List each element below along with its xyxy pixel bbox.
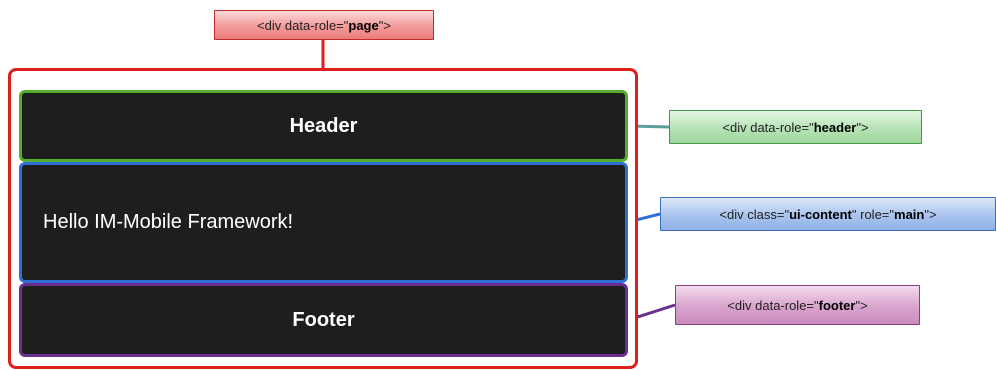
footer-callout-value: footer	[818, 297, 856, 313]
footer-callout-suffix: ">	[855, 297, 868, 313]
page-callout: <div data-role=" page ">	[214, 10, 434, 40]
footer-title: Footer	[292, 308, 355, 331]
header-callout-value: header	[813, 119, 857, 135]
header-callout-prefix: <div data-role="	[722, 119, 814, 135]
page-callout-value: page	[348, 17, 379, 33]
page-callout-prefix: <div data-role="	[257, 17, 349, 33]
content-callout-value: ui-content	[789, 206, 852, 222]
header-title: Header	[289, 114, 358, 137]
content-callout-suffix: ">	[924, 206, 937, 222]
content-region: Hello IM-Mobile Framework!	[19, 162, 628, 283]
content-callout-value2: main	[894, 206, 925, 222]
content-callout: <div class=" ui-content " role=" main ">	[660, 197, 996, 231]
content-callout-prefix: <div class="	[719, 206, 790, 222]
footer-callout: <div data-role=" footer ">	[675, 285, 920, 325]
header-region: Header	[19, 90, 628, 162]
content-callout-middle: " role="	[851, 206, 895, 222]
header-callout-suffix: ">	[856, 119, 869, 135]
header-callout: <div data-role=" header ">	[669, 110, 922, 144]
content-text: Hello IM-Mobile Framework!	[43, 211, 294, 233]
footer-region: Footer	[19, 283, 628, 357]
footer-callout-prefix: <div data-role="	[727, 297, 819, 313]
page-callout-suffix: ">	[378, 17, 391, 33]
